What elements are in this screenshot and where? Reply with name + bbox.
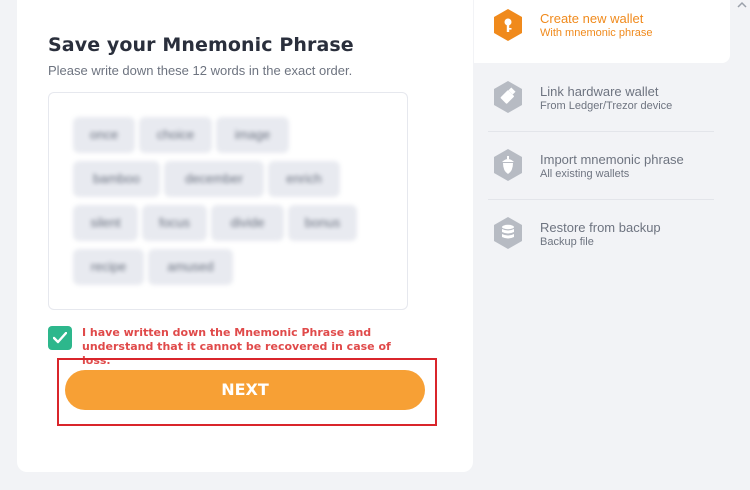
mnemonic-word: image xyxy=(216,117,289,153)
mnemonic-word: amused xyxy=(148,249,233,285)
confirm-checkbox[interactable] xyxy=(48,326,72,350)
sidebar-item-link-hardware[interactable]: Link hardware wallet From Ledger/Trezor … xyxy=(474,70,730,130)
sidebar-item-import-mnemonic[interactable]: Import mnemonic phrase All existing wall… xyxy=(474,138,730,198)
mnemonic-words-box: once choice image bamboo december enrich… xyxy=(48,92,408,310)
mnemonic-word: focus xyxy=(142,205,207,241)
sidebar-divider xyxy=(488,131,714,132)
mnemonic-word: choice xyxy=(139,117,212,153)
next-button[interactable]: NEXT xyxy=(65,370,425,410)
page-title: Save your Mnemonic Phrase xyxy=(48,34,354,56)
mnemonic-word: bonus xyxy=(288,205,357,241)
sidebar-item-subtitle: From Ledger/Trezor device xyxy=(540,100,673,112)
mnemonic-word: bamboo xyxy=(73,161,160,197)
page-subtitle: Please write down these 12 words in the … xyxy=(48,63,353,78)
sidebar-item-subtitle: All existing wallets xyxy=(540,168,630,180)
mnemonic-word: enrich xyxy=(268,161,340,197)
sidebar-item-create-wallet[interactable]: Create new wallet With mnemonic phrase xyxy=(474,0,730,63)
sidebar-item-title: Create new wallet xyxy=(540,11,644,26)
acorn-icon xyxy=(494,149,522,181)
sidebar-item-title: Link hardware wallet xyxy=(540,84,659,99)
checkmark-icon xyxy=(53,332,67,344)
sidebar-item-title: Restore from backup xyxy=(540,220,661,235)
usb-icon xyxy=(494,81,522,113)
key-icon xyxy=(494,9,522,41)
sidebar-item-title: Import mnemonic phrase xyxy=(540,152,684,167)
mnemonic-word: silent xyxy=(73,205,138,241)
sidebar-item-subtitle: With mnemonic phrase xyxy=(540,27,653,39)
sidebar-divider xyxy=(488,199,714,200)
mnemonic-word: once xyxy=(73,117,135,153)
database-icon xyxy=(494,217,522,249)
sidebar-item-restore-backup[interactable]: Restore from backup Backup file xyxy=(474,206,730,266)
mnemonic-word: recipe xyxy=(73,249,144,285)
mnemonic-word: december xyxy=(164,161,264,197)
mnemonic-word: divide xyxy=(211,205,284,241)
sidebar-item-subtitle: Backup file xyxy=(540,236,594,248)
scroll-up-icon[interactable] xyxy=(735,0,750,10)
